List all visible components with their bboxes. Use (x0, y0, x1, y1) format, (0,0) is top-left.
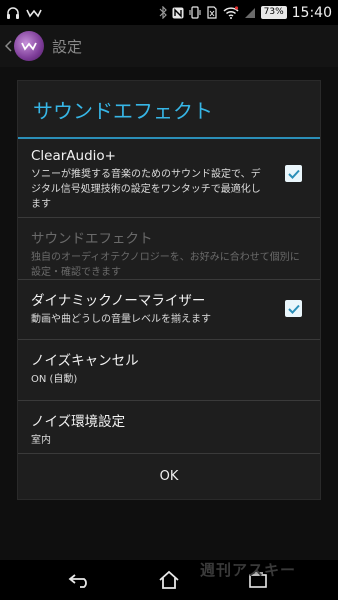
nfc-icon (172, 7, 184, 19)
page-title: 設定 (52, 37, 83, 56)
back-arrow-icon[interactable] (2, 25, 14, 67)
back-button[interactable] (60, 560, 100, 600)
item-title: ダイナミックノーマライザー (31, 293, 206, 309)
dialog-title: サウンドエフェクト (33, 98, 213, 123)
bluetooth-icon (159, 6, 167, 19)
sound-effect-dialog: サウンドエフェクト ClearAudio+ ソニーが推奨する音楽のためのサウンド… (17, 80, 321, 500)
clearaudio-checkbox[interactable] (285, 165, 302, 182)
dynamic-normalizer-item[interactable]: ダイナミックノーマライザー 動画や曲どうしの音量レベルを揃えます (18, 280, 320, 340)
normalizer-checkbox[interactable] (285, 300, 302, 317)
item-title: ノイズキャンセル (31, 353, 139, 369)
watermark: 週刊アスキー (200, 561, 297, 579)
status-time: 15:40 (291, 4, 332, 21)
clearaudio-item[interactable]: ClearAudio+ ソニーが推奨する音楽のためのサウンド設定で、デジタル信号… (18, 139, 320, 218)
item-title: ノイズ環境設定 (31, 414, 126, 430)
ok-button[interactable]: OK (18, 453, 320, 499)
status-bar: 73% 15:40 (0, 0, 338, 25)
back-icon (68, 574, 88, 588)
walkman-app-icon (14, 31, 44, 61)
item-description: 独自のオーディオテクノロジーを、お好みに合わせて個別に設定・確認できます (31, 252, 300, 278)
home-icon (159, 570, 179, 589)
no-sim-icon (206, 6, 218, 19)
signal-icon (244, 6, 256, 19)
headphones-icon (6, 6, 20, 20)
check-icon (287, 169, 300, 179)
vibrate-icon (189, 6, 201, 19)
battery-indicator: 73% (260, 6, 287, 19)
item-description: ソニーが推奨する音楽のためのサウンド設定で、デジタル信号処理技術の設定をワンタッ… (31, 169, 261, 210)
item-title: サウンドエフェクト (31, 231, 153, 247)
check-icon (287, 304, 300, 314)
item-description: ON (自動) (31, 374, 78, 385)
item-description: 動画や曲どうしの音量レベルを揃えます (31, 314, 211, 325)
sound-effect-item: サウンドエフェクト 独自のオーディオテクノロジーを、お好みに合わせて個別に設定・… (18, 218, 320, 280)
item-title: ClearAudio+ (31, 148, 116, 164)
home-button[interactable] (149, 560, 189, 600)
action-bar: 設定 (0, 25, 338, 67)
walkman-icon (26, 8, 42, 18)
wifi-icon (223, 6, 239, 19)
noise-cancel-item[interactable]: ノイズキャンセル ON (自動) (18, 340, 320, 401)
item-description: 室内 (31, 435, 51, 446)
